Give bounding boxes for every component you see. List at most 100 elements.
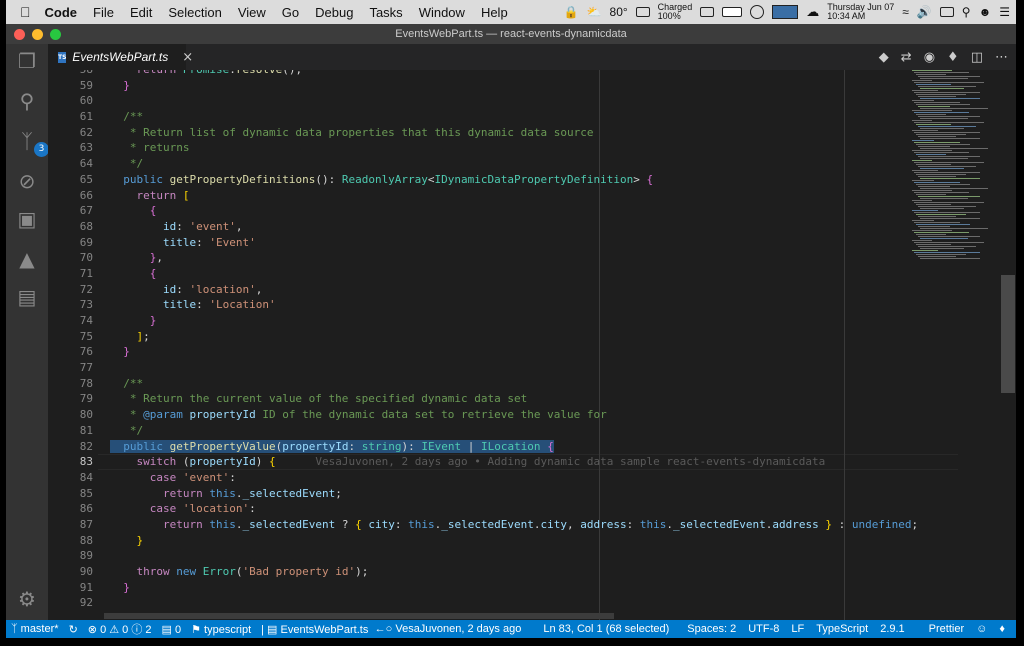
keyboard-icon[interactable] xyxy=(700,7,715,17)
line-number: 70 xyxy=(79,251,93,265)
docker-icon[interactable]: ▤ xyxy=(14,284,40,310)
menu-tasks[interactable]: Tasks xyxy=(361,5,410,20)
minimap-line xyxy=(920,148,988,149)
minimap-line xyxy=(914,242,984,243)
menu-debug[interactable]: Debug xyxy=(307,5,361,20)
minimap-line xyxy=(916,164,951,165)
minimap-line xyxy=(912,210,938,211)
minimap-line xyxy=(916,144,970,145)
sync-icon[interactable]: ↻ xyxy=(64,623,83,636)
zoom-window-button[interactable] xyxy=(50,29,61,40)
git-blame-label: VesaJuvonen, 2 days ago xyxy=(395,623,522,635)
close-window-button[interactable] xyxy=(14,29,25,40)
inline-blame: VesaJuvonen, 2 days ago • Adding dynamic… xyxy=(315,455,826,469)
line-number: 90 xyxy=(79,565,93,578)
cloud-upload-icon[interactable]: ☁ xyxy=(806,4,819,20)
line-number: 67 xyxy=(79,204,93,218)
code-editor[interactable]: 5859 60 6162 63 6465 66 6768 69 7071 72 73 74 75 76 77… xyxy=(48,70,1016,620)
minimap-line xyxy=(914,112,969,113)
activity-graph-icon[interactable] xyxy=(772,5,799,19)
minimap-line xyxy=(920,178,980,179)
display-icon[interactable] xyxy=(722,7,743,17)
sync-icon[interactable] xyxy=(750,5,765,19)
source-control-icon[interactable]: ᛉ 3 xyxy=(14,128,49,157)
notifications-bell-icon[interactable]: ♦ xyxy=(994,623,1010,635)
minimap-line xyxy=(914,212,980,213)
menu-selection[interactable]: Selection xyxy=(160,5,229,20)
battery-icon[interactable] xyxy=(635,7,650,17)
horizontal-scrollbar[interactable] xyxy=(104,613,614,619)
search-icon[interactable]: ⚲ xyxy=(962,5,971,19)
datetime[interactable]: Thursday Jun 07 10:34 AM xyxy=(827,3,894,21)
minimap-line xyxy=(914,232,969,233)
typescript-file-icon: TS xyxy=(58,51,67,63)
code-line: }, xyxy=(149,251,163,265)
tab-bar: TS EventsWebPart.ts × ◆ ⇄ ◉ ♦ ◫ ⋯ xyxy=(48,44,1016,70)
minimap-line xyxy=(920,198,968,199)
menu-window[interactable]: Window xyxy=(411,5,473,20)
app-menu[interactable]: Code xyxy=(37,5,86,20)
warning-count: 0 xyxy=(122,624,129,636)
user-icon[interactable]: ☻ xyxy=(979,5,992,19)
minimap-line xyxy=(918,156,980,157)
lock-icon[interactable]: 🔒 xyxy=(564,5,579,19)
open-changes-icon[interactable]: ⇄ xyxy=(901,50,912,65)
menu-edit[interactable]: Edit xyxy=(122,5,160,20)
vertical-scrollbar[interactable] xyxy=(1001,70,1015,620)
code-content[interactable]: return Promise.resolve(); } /** * Return… xyxy=(110,70,970,611)
ts-version[interactable]: 2.9.1 xyxy=(875,623,909,635)
toggle-blame-icon[interactable]: ◉ xyxy=(924,50,935,65)
tab-eventswebpart[interactable]: TS EventsWebPart.ts × xyxy=(48,44,193,70)
branch-indicator[interactable]: ᛉ master* xyxy=(6,623,64,635)
screen-icon[interactable] xyxy=(939,7,954,17)
git-compare-icon[interactable]: ◆ xyxy=(879,50,889,65)
indentation[interactable]: Spaces: 2 xyxy=(682,623,741,635)
wifi-icon[interactable]: ≈ xyxy=(902,5,909,19)
line-number: 89 xyxy=(79,549,93,563)
minimap-line xyxy=(918,226,950,227)
minimap-line xyxy=(914,252,980,253)
weather-icon[interactable]: ⛅ xyxy=(587,5,602,19)
git-blame-status[interactable]: ←○ VesaJuvonen, 2 days ago xyxy=(370,623,527,635)
menu-help[interactable]: Help xyxy=(473,5,516,20)
scrollbar-thumb[interactable] xyxy=(1001,275,1015,393)
code-line: return [ xyxy=(136,188,190,202)
code-line: } xyxy=(123,345,130,359)
apple-icon[interactable]:  xyxy=(6,4,37,20)
extensions-icon[interactable]: ▣ xyxy=(14,206,40,232)
minimap-line xyxy=(912,110,952,111)
encoding[interactable]: UTF-8 xyxy=(743,623,784,635)
file-indicator[interactable]: | ▤ EventsWebPart.ts xyxy=(256,623,373,636)
close-icon[interactable]: × xyxy=(182,50,193,65)
code-line: * @param propertyId ID of the dynamic da… xyxy=(123,408,607,422)
split-editor-icon[interactable]: ◫ xyxy=(971,50,983,65)
problems-indicator[interactable]: ⊗ 0 ⚠ 0 ⓘ 2 xyxy=(83,621,157,637)
line-number: 78 xyxy=(79,376,93,390)
control-menu-icon[interactable]: ☰ xyxy=(999,5,1010,19)
code-line: case 'location': xyxy=(149,502,256,516)
explorer-icon[interactable]: ❐ xyxy=(14,48,40,74)
git-history-icon[interactable]: ♦ xyxy=(947,50,959,65)
menu-go[interactable]: Go xyxy=(274,5,307,20)
menu-view[interactable]: View xyxy=(230,5,274,20)
menu-file[interactable]: File xyxy=(85,5,122,20)
minimap[interactable] xyxy=(912,70,992,270)
minimize-window-button[interactable] xyxy=(32,29,43,40)
language-mode[interactable]: TypeScript xyxy=(811,623,873,635)
end-of-line[interactable]: LF xyxy=(786,623,809,635)
language-tag[interactable]: ⚑ typescript xyxy=(186,623,256,636)
minimap-line xyxy=(920,128,964,129)
prettier-status[interactable]: Prettier xyxy=(924,623,969,635)
search-icon[interactable]: ⚲ xyxy=(14,88,40,114)
minimap-line xyxy=(918,126,976,127)
minimap-line xyxy=(916,214,966,215)
line-number: 91 xyxy=(79,580,93,594)
feedback-smiley-icon[interactable]: ☺ xyxy=(971,623,992,635)
cursor-position[interactable]: Ln 83, Col 1 (68 selected) xyxy=(538,623,674,635)
more-actions-icon[interactable]: ⋯ xyxy=(995,50,1008,65)
settings-gear-icon[interactable]: ⚙ xyxy=(14,586,40,612)
volume-icon[interactable]: 🔊 xyxy=(917,5,932,19)
tasks-indicator[interactable]: ▤ 0 xyxy=(157,623,187,636)
debug-icon[interactable]: ⊘ xyxy=(14,168,40,194)
azure-icon[interactable]: ▲ xyxy=(14,246,40,272)
